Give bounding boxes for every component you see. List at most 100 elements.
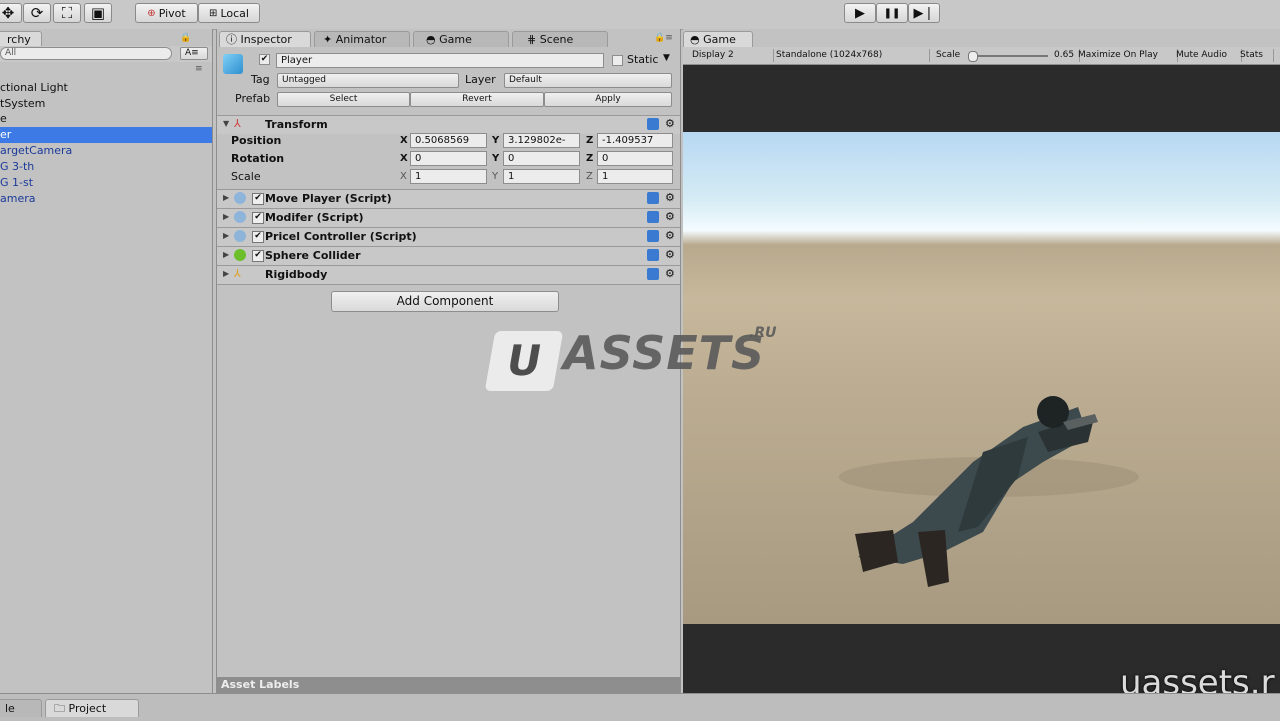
gear-icon[interactable]: ⚙ <box>665 210 675 223</box>
component-pricel-controller[interactable]: ▶ ✔ Pricel Controller (Script) ⚙ <box>217 227 680 246</box>
mute-audio-toggle[interactable]: Mute Audio <box>1173 49 1242 62</box>
transform-component-header[interactable]: ▼ ⅄ Transform ⚙ <box>217 115 680 134</box>
expand-arrow-icon[interactable]: ▶ <box>223 250 229 259</box>
add-component-button[interactable]: Add Component <box>331 291 559 312</box>
expand-arrow-icon[interactable]: ▶ <box>223 212 229 221</box>
help-icon[interactable] <box>647 230 659 242</box>
hierarchy-create-button[interactable]: A≡ <box>180 47 208 60</box>
scale-slider-handle[interactable] <box>968 51 978 62</box>
step-button[interactable]: ▶❘ <box>908 3 940 23</box>
tab-scene[interactable]: ⋕ Scene <box>512 31 608 47</box>
scale-y-input[interactable]: 1 <box>503 169 580 184</box>
collapse-arrow-icon[interactable]: ▼ <box>223 119 229 128</box>
axis-z-label: Z <box>586 171 593 182</box>
tag-dropdown[interactable]: Untagged <box>277 73 459 88</box>
folder-icon: 🗀 <box>54 702 69 715</box>
pivot-label: Pivot <box>158 6 186 20</box>
lock-icon[interactable]: 🔒 <box>180 33 191 43</box>
tab-console[interactable]: le <box>0 699 42 717</box>
maximize-on-play-toggle[interactable]: Maximize On Play <box>1075 49 1178 62</box>
position-y-input[interactable]: 3.129802e- <box>503 133 580 148</box>
game-viewport[interactable] <box>683 132 1280 624</box>
component-enabled-checkbox[interactable]: ✔ <box>252 250 264 262</box>
gear-icon[interactable]: ⚙ <box>665 191 675 204</box>
rotation-z-input[interactable]: 0 <box>597 151 673 166</box>
scale-x-input[interactable]: 1 <box>410 169 487 184</box>
axis-y-label: Y <box>492 135 500 146</box>
tag-label: Tag <box>251 73 270 86</box>
pivot-icon: ⊕ <box>147 7 156 19</box>
axis-y-label: Y <box>492 153 500 164</box>
help-icon[interactable] <box>647 268 659 280</box>
tab-hierarchy[interactable]: rchy <box>0 31 42 47</box>
tab-game-inspector[interactable]: ◓ Game <box>413 31 509 47</box>
list-item-selected[interactable]: er <box>0 127 212 143</box>
component-enabled-checkbox[interactable]: ✔ <box>252 231 264 243</box>
hierarchy-search-input[interactable]: All <box>0 47 172 60</box>
static-checkbox[interactable] <box>612 55 623 66</box>
help-icon[interactable] <box>647 118 659 130</box>
list-item[interactable]: e <box>0 111 212 127</box>
list-item[interactable]: G 1-st <box>0 175 212 191</box>
axis-y-label: Y <box>492 171 499 182</box>
list-item[interactable]: ctional Light <box>0 80 212 96</box>
axis-x-label: X <box>400 135 408 146</box>
component-rigidbody[interactable]: ▶ ⅄ Rigidbody ⚙ <box>217 265 680 284</box>
expand-arrow-icon[interactable]: ▶ <box>223 231 229 240</box>
layer-label: Layer <box>465 73 496 86</box>
component-move-player[interactable]: ▶ ✔ Move Player (Script) ⚙ <box>217 189 680 208</box>
scale-slider-track[interactable] <box>968 55 1048 57</box>
rotate-tool-icon[interactable]: ⟳ <box>23 3 51 23</box>
hand-tool-icon[interactable]: ✥ <box>0 3 22 23</box>
prefab-select-button[interactable]: Select <box>277 92 410 107</box>
position-x-input[interactable]: 0.5068569 <box>410 133 487 148</box>
asset-labels-title: Asset Labels <box>221 678 300 691</box>
gear-icon[interactable]: ⚙ <box>665 229 675 242</box>
prefab-revert-button[interactable]: Revert <box>410 92 544 107</box>
tab-game-view-label: Game <box>703 33 736 46</box>
local-toggle[interactable]: ⊞ Local <box>198 3 260 23</box>
stats-toggle[interactable]: Stats <box>1237 49 1274 62</box>
display-dropdown[interactable]: Display 2 <box>689 49 774 62</box>
component-modifer[interactable]: ▶ ✔ Modifer (Script) ⚙ <box>217 208 680 227</box>
asset-labels-bar[interactable]: Asset Labels <box>217 677 680 693</box>
pause-button[interactable]: ❚❚ <box>876 3 908 23</box>
position-z-input[interactable]: -1.409537 <box>597 133 673 148</box>
gear-icon[interactable]: ⚙ <box>665 248 675 261</box>
object-name-input[interactable]: Player <box>276 53 604 68</box>
list-item[interactable]: amera <box>0 191 212 207</box>
scale-tool-icon[interactable]: ⛶ <box>53 3 81 23</box>
list-item[interactable]: tSystem <box>0 96 212 112</box>
tab-project[interactable]: 🗀 Project <box>45 699 139 717</box>
help-icon[interactable] <box>647 211 659 223</box>
tab-game[interactable]: ◓ Game <box>683 31 753 47</box>
play-button[interactable]: ▶ <box>844 3 876 23</box>
rotation-y-input[interactable]: 0 <box>503 151 580 166</box>
help-icon[interactable] <box>647 192 659 204</box>
gear-icon[interactable]: ⚙ <box>665 117 675 130</box>
expand-arrow-icon[interactable]: ▶ <box>223 269 229 278</box>
list-item[interactable]: G 3-th <box>0 159 212 175</box>
tab-inspector[interactable]: ⓘ Inspector <box>219 31 311 47</box>
hierarchy-menu-icon[interactable]: ≡ <box>195 64 203 74</box>
component-enabled-checkbox[interactable]: ✔ <box>252 212 264 224</box>
prefab-apply-button[interactable]: Apply <box>544 92 672 107</box>
list-item[interactable]: argetCamera <box>0 143 212 159</box>
tab-animator[interactable]: ✦ Animator <box>314 31 410 47</box>
static-dropdown-icon[interactable]: ▼ <box>663 53 670 63</box>
rect-tool-icon[interactable]: ▣ <box>84 3 112 23</box>
pivot-toggle[interactable]: ⊕ Pivot <box>135 3 198 23</box>
expand-arrow-icon[interactable]: ▶ <box>223 193 229 202</box>
resolution-dropdown[interactable]: Standalone (1024x768) <box>773 49 930 62</box>
scale-z-input[interactable]: 1 <box>597 169 673 184</box>
gear-icon[interactable]: ⚙ <box>665 267 675 280</box>
active-checkbox[interactable]: ✔ <box>259 54 270 65</box>
layer-dropdown[interactable]: Default <box>504 73 672 88</box>
help-icon[interactable] <box>647 249 659 261</box>
uassets-logo-letter: U <box>502 336 546 385</box>
component-enabled-checkbox[interactable]: ✔ <box>252 193 264 205</box>
rotation-x-input[interactable]: 0 <box>410 151 487 166</box>
game-toolbar: Display 2 Standalone (1024x768) Scale 0.… <box>683 47 1280 65</box>
lock-icon[interactable]: 🔒≡ <box>654 33 673 43</box>
component-sphere-collider[interactable]: ▶ ✔ Sphere Collider ⚙ <box>217 246 680 265</box>
